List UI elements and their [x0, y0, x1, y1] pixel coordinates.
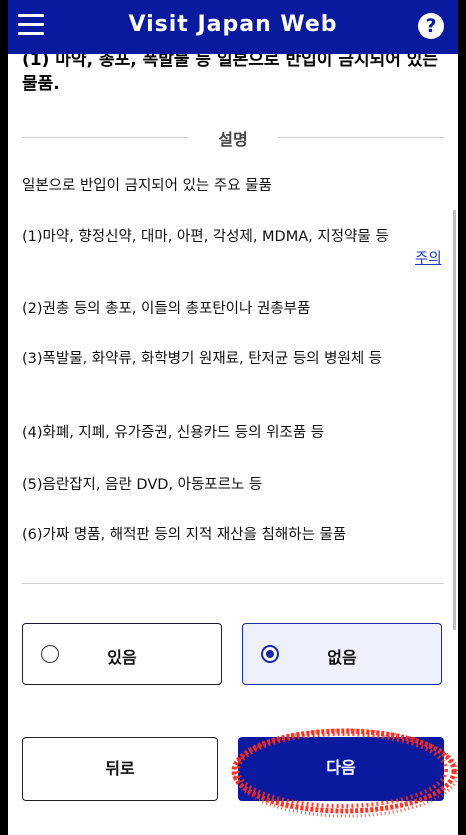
app-header: Visit Japan Web ?	[8, 0, 458, 54]
caution-link[interactable]: 주의	[415, 247, 442, 268]
option-no-label: 없음	[327, 648, 357, 667]
list-item: (3)폭발물, 화약류, 화학병기 원재료, 탄저균 등의 병원체 등	[22, 351, 383, 367]
list-item: (2)권총 등의 총포, 이들의 총포탄이나 권총부품	[22, 301, 311, 317]
option-yes-label: 있음	[107, 648, 137, 667]
option-no[interactable]: 없음	[242, 623, 442, 685]
list-item: (5)음란잡지, 음란 DVD, 아동포르노 등	[22, 477, 263, 493]
help-icon[interactable]: ?	[418, 13, 444, 39]
content-divider	[22, 583, 444, 584]
option-yes[interactable]: 있음	[22, 623, 222, 685]
app-screen: Visit Japan Web ? (1) 마약, 총포, 폭발물 등 일본으로…	[8, 0, 458, 835]
section-intro: 일본으로 반입이 금지되어 있는 주요 물품	[22, 178, 272, 194]
question-text: (1) 마약, 총포, 폭발물 등 일본으로 반입이 금지되어 있는 물품.	[22, 50, 439, 94]
list-item: (4)화폐, 지폐, 유가증권, 신용카드 등의 위조품 등	[22, 425, 325, 441]
back-button[interactable]: 뒤로	[22, 737, 218, 801]
section-title: 설명	[218, 130, 248, 149]
list-item: (1)마약, 향정신약, 대마, 아편, 각성제, MDMA, 지정약물 등	[22, 229, 389, 245]
app-title: Visit Japan Web	[128, 12, 338, 37]
section-header: 설명	[22, 126, 444, 150]
list-item: (6)가짜 명품, 해적판 등의 지적 재산을 침해하는 물품	[22, 527, 347, 543]
scrollbar[interactable]	[453, 210, 456, 630]
section-divider-right	[278, 137, 444, 138]
next-button[interactable]: 다음	[238, 737, 444, 801]
